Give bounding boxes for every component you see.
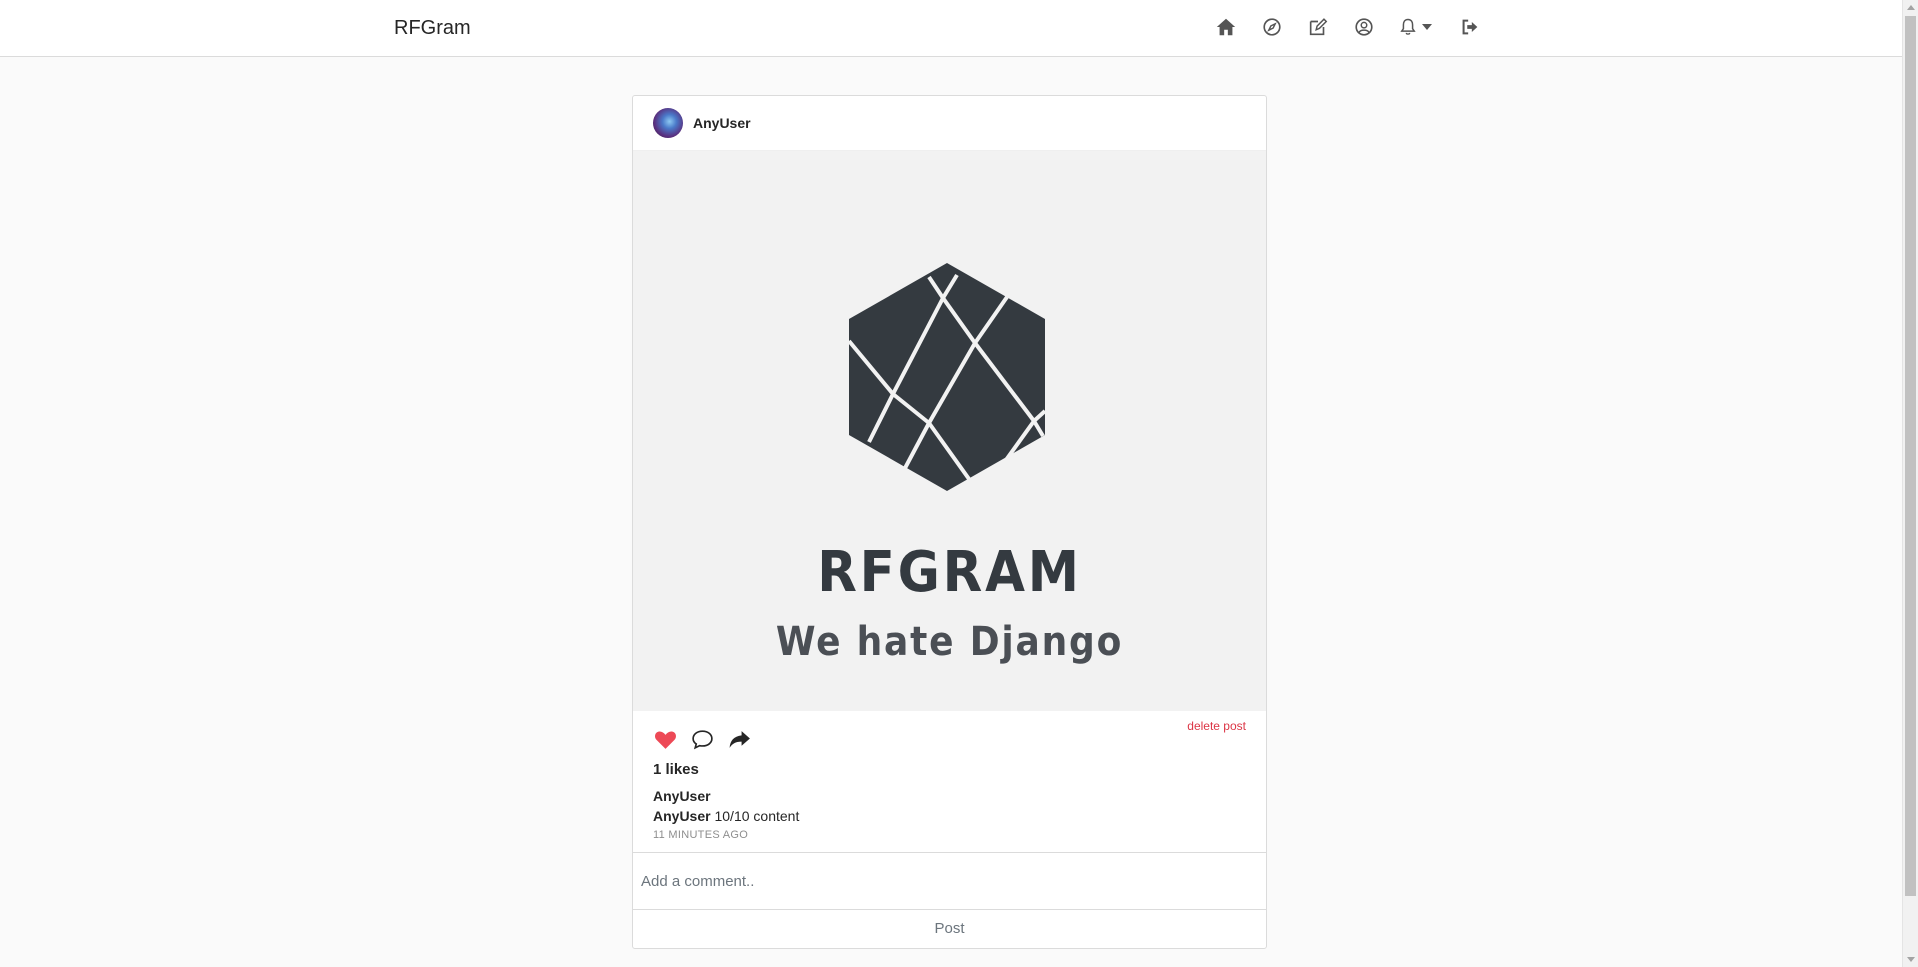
comment-bubble-icon[interactable]	[690, 726, 716, 752]
comment-username[interactable]: AnyUser	[653, 808, 711, 824]
like-heart-icon[interactable]	[653, 726, 679, 752]
delete-post-link[interactable]: delete post	[1187, 719, 1246, 733]
comment-form	[633, 852, 1266, 910]
scroll-down-arrow-icon[interactable]	[1907, 957, 1915, 962]
logout-icon[interactable]	[1458, 15, 1482, 39]
top-navbar: RFGram	[0, 0, 1902, 57]
nav-icons	[1214, 15, 1504, 39]
scroll-up-arrow-icon[interactable]	[1907, 5, 1915, 10]
caption-username[interactable]: AnyUser	[633, 788, 1266, 804]
image-subtitle-text: We hate Django	[775, 619, 1124, 665]
scrollbar-thumb[interactable]	[1905, 16, 1916, 896]
notifications-bell-icon	[1398, 17, 1418, 37]
comment-text: 10/10 content	[714, 808, 800, 824]
post-comment-button[interactable]: Post	[633, 910, 1266, 948]
post-header: AnyUser	[633, 96, 1266, 151]
image-title-text: RFGRAM	[817, 540, 1082, 605]
new-post-edit-icon[interactable]	[1306, 15, 1330, 39]
rfgram-hexagon-logo	[847, 263, 1047, 491]
home-icon[interactable]	[1214, 15, 1238, 39]
page-scrollbar[interactable]	[1902, 0, 1918, 967]
explore-compass-icon[interactable]	[1260, 15, 1284, 39]
share-arrow-icon[interactable]	[727, 726, 753, 752]
comment-item: AnyUser 10/10 content	[633, 808, 1266, 824]
brand-logo-link[interactable]: RFGram	[394, 17, 471, 40]
post-image: RFGRAM We hate Django	[633, 151, 1266, 711]
avatar[interactable]	[653, 108, 683, 138]
chevron-down-icon	[1422, 24, 1432, 30]
post-card: AnyUser RFGRAM We hate Django delete pos…	[632, 95, 1267, 949]
notifications-dropdown[interactable]	[1398, 17, 1438, 37]
post-actions: delete post	[633, 711, 1266, 755]
add-comment-input[interactable]	[633, 853, 1266, 909]
post-author-username[interactable]: AnyUser	[693, 115, 751, 131]
post-timestamp: 11 MINUTES AGO	[653, 829, 749, 841]
likes-count[interactable]: 1 likes	[633, 761, 1266, 778]
profile-icon[interactable]	[1352, 15, 1376, 39]
